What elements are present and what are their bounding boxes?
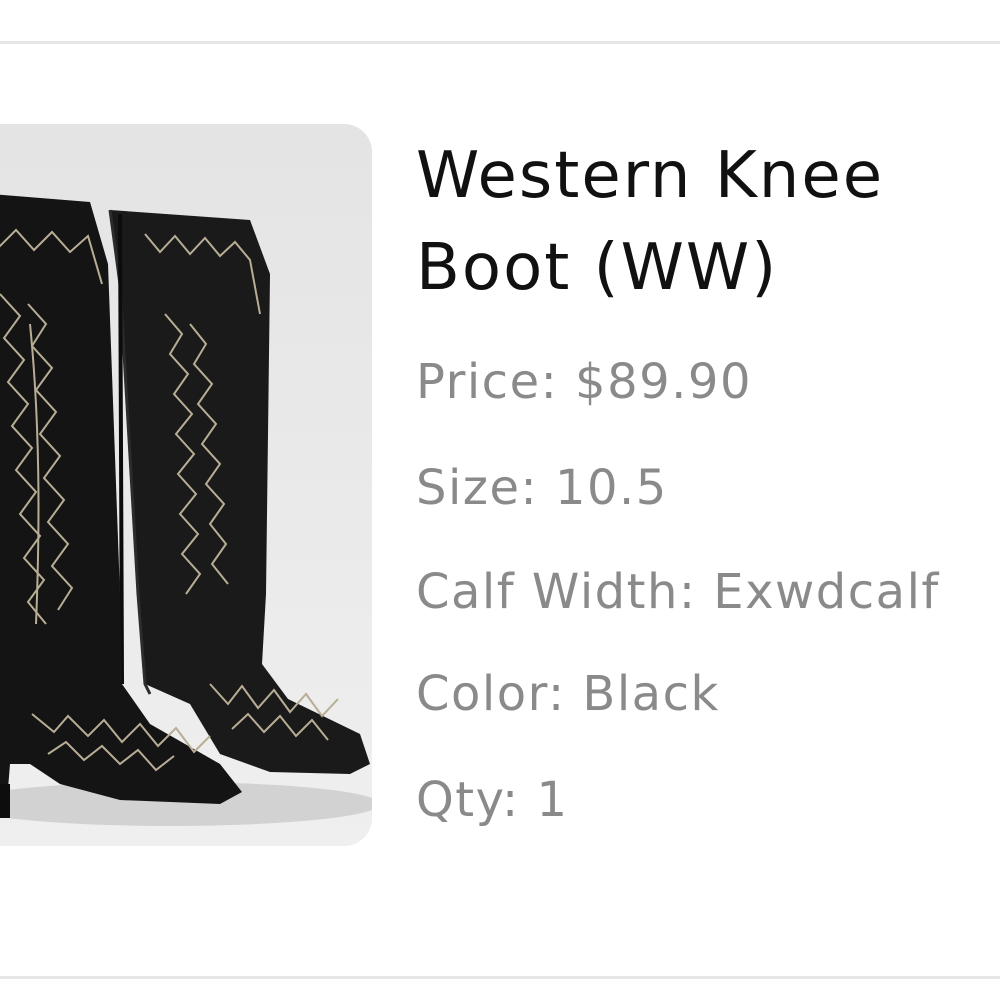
product-title[interactable]: Western Knee Boot (WW) [416,130,1000,314]
product-quantity: Qty: 1 [416,772,569,828]
product-color: Color: Black [416,666,720,722]
product-details: Western Knee Boot (WW) [416,130,1000,314]
product-size: Size: 10.5 [416,460,668,516]
product-calf-width: Calf Width: Exwdcalf [416,564,940,620]
product-image[interactable] [0,124,372,846]
bottom-divider [0,976,1000,979]
boots-illustration [0,124,372,846]
product-price: Price: $89.90 [416,354,752,410]
top-divider [0,41,1000,44]
